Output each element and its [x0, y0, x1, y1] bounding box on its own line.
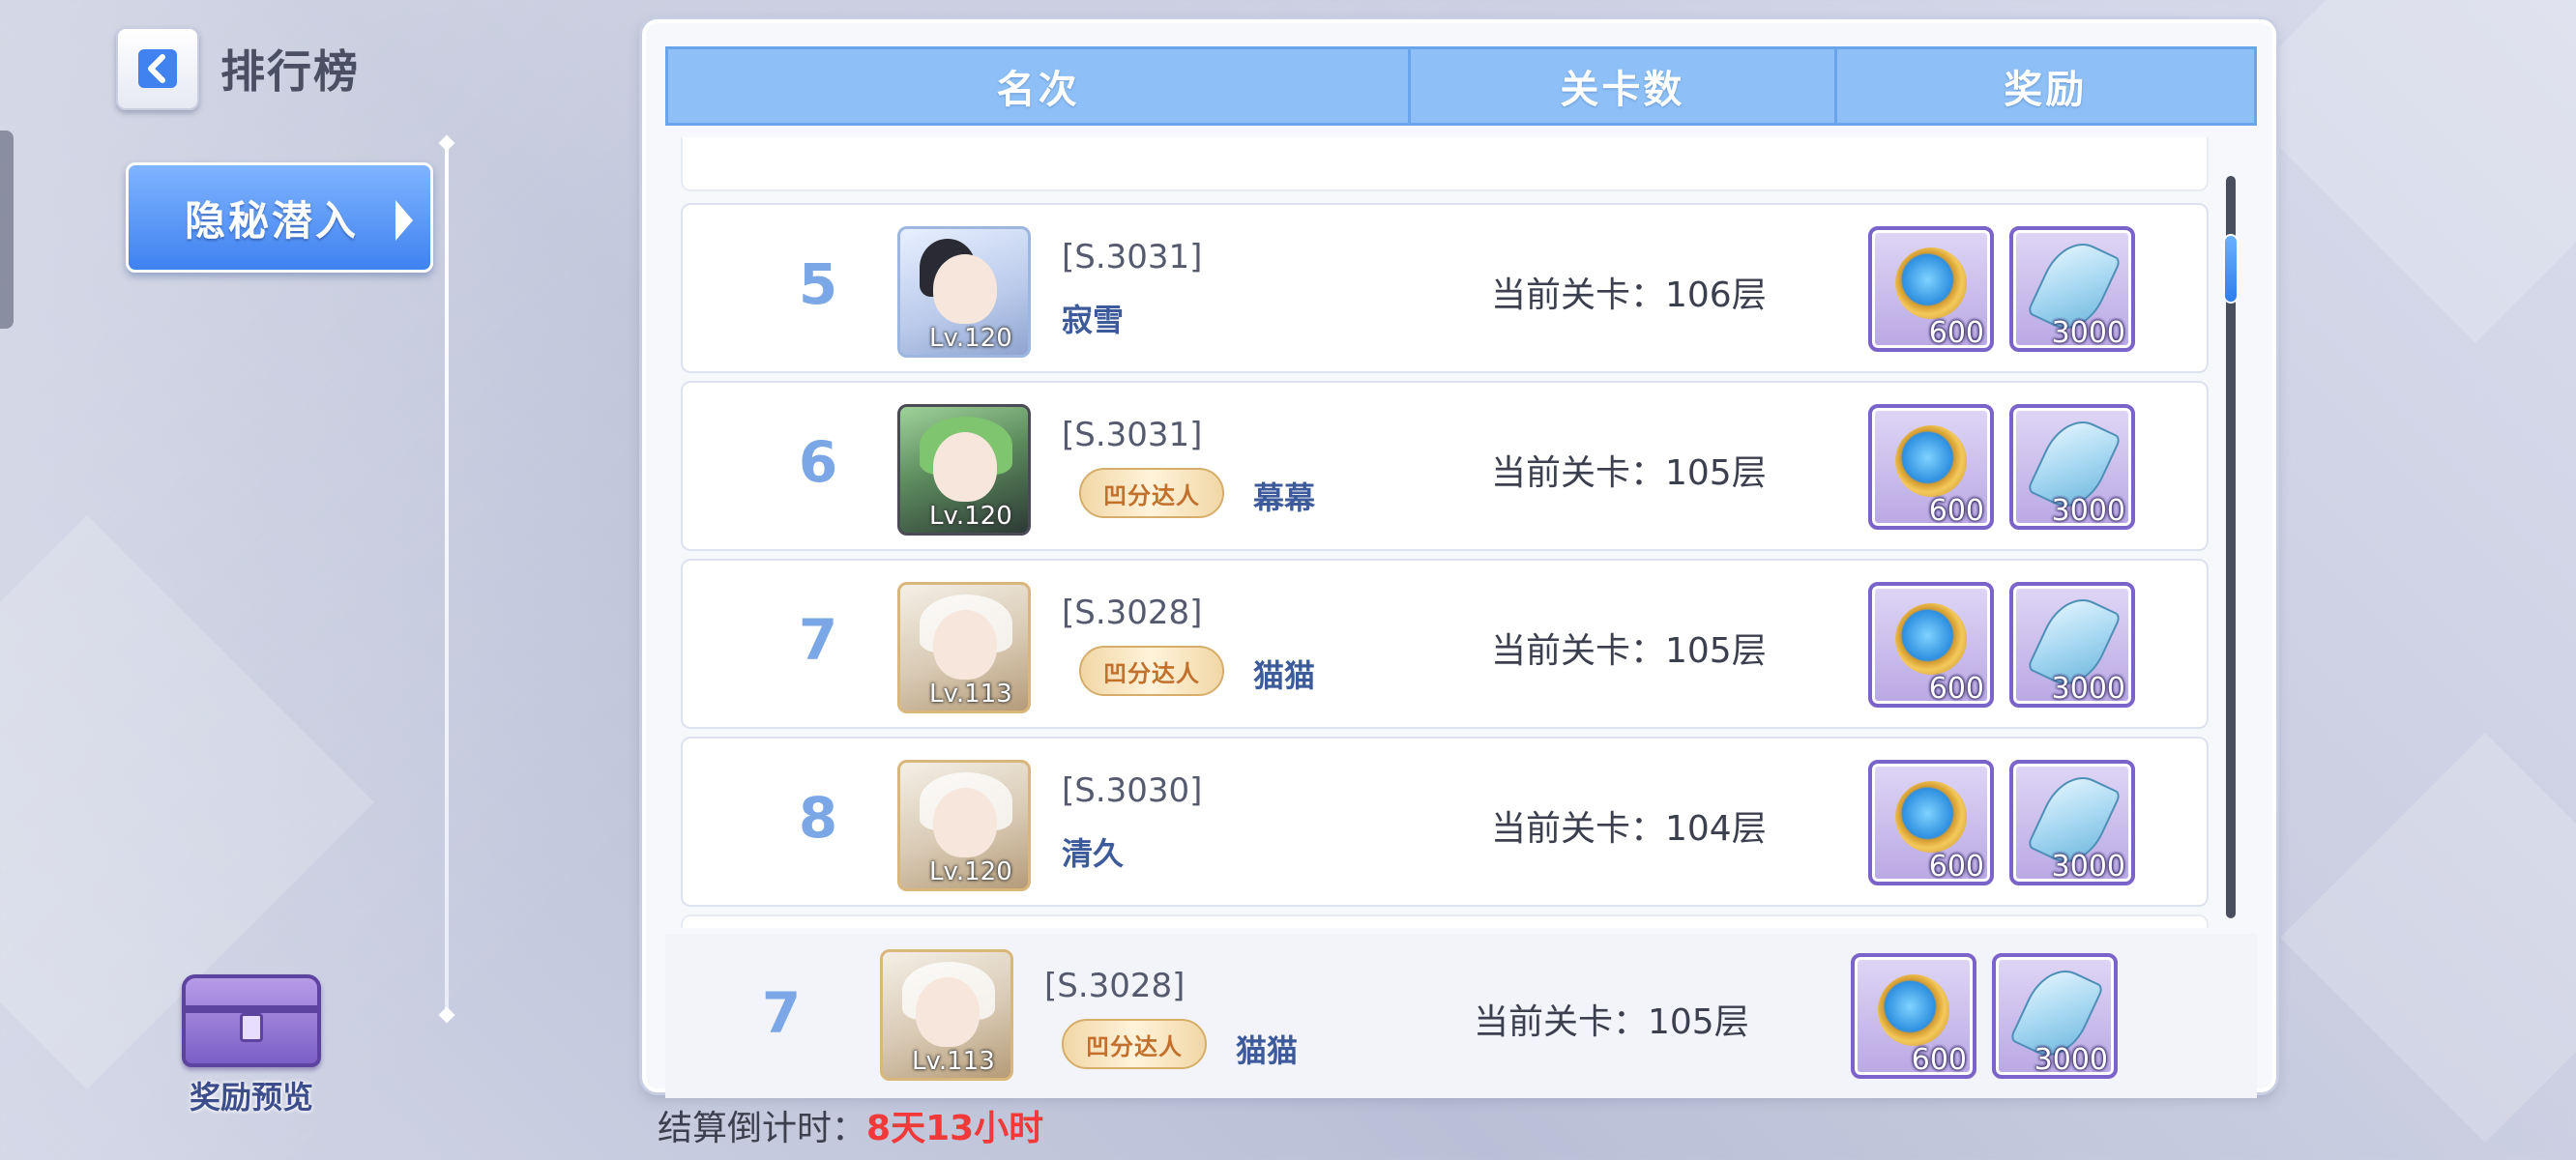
- back-button[interactable]: [116, 27, 199, 110]
- reward-item[interactable]: 600: [1868, 404, 1994, 530]
- chevron-left-icon: [138, 49, 177, 88]
- chest-lock-icon: [240, 1013, 263, 1042]
- player-level: Lv.120: [929, 324, 1012, 353]
- table-row[interactable]: 8 Lv.120 [S.3030] 清久 当前关卡：104层 600 3000: [681, 737, 2209, 907]
- rank-number: 7: [798, 607, 838, 673]
- avatar-face: [916, 977, 980, 1047]
- scrollbar-thumb[interactable]: [2223, 234, 2239, 304]
- server-tag: [S.3030]: [1062, 771, 1203, 810]
- server-tag: [S.3028]: [1044, 967, 1186, 1005]
- reward-item[interactable]: 600: [1868, 226, 1994, 352]
- column-header-rank: 名次: [996, 68, 1080, 112]
- background-shape: [2229, 0, 2576, 343]
- title-badge: 凹分达人: [1062, 1019, 1207, 1069]
- column-header-stage: 关卡数: [1408, 49, 1833, 123]
- compass-coin-icon: [1895, 781, 1967, 853]
- table-row: [681, 137, 2209, 191]
- player-level: Lv.120: [929, 502, 1012, 531]
- rank-number: 8: [798, 785, 838, 851]
- mode-tab-covert-infiltration[interactable]: 隐秘潜入: [126, 162, 433, 273]
- compass-coin-icon: [1878, 974, 1949, 1046]
- reward-count: 600: [1928, 494, 1984, 528]
- reward-count: 600: [1911, 1043, 1967, 1077]
- rank-number: 5: [798, 251, 838, 317]
- reward-item[interactable]: 3000: [2009, 404, 2135, 530]
- rank-number: 6: [798, 429, 838, 495]
- reward-item[interactable]: 3000: [1992, 953, 2118, 1079]
- side-divider: [445, 143, 449, 1015]
- table-row[interactable]: 7 Lv.113 [S.3028] 凹分达人 猫猫 当前关卡：105层 600 …: [681, 559, 2209, 729]
- background-shape: [2279, 732, 2576, 1144]
- player-name: 猫猫: [1253, 657, 1316, 694]
- player-level: Lv.113: [929, 680, 1012, 709]
- server-tag: [S.3031]: [1062, 238, 1203, 276]
- reward-count: 600: [1928, 672, 1984, 706]
- table-row: [681, 914, 2209, 928]
- triangle-right-icon: [395, 200, 413, 241]
- reward-preview-button[interactable]: 奖励预览: [174, 974, 329, 1117]
- avatar-face: [933, 610, 997, 680]
- server-tag: [S.3031]: [1062, 416, 1203, 454]
- player-avatar[interactable]: Lv.120: [897, 404, 1031, 536]
- table-row[interactable]: 5 Lv.120 [S.3031] 寂雪 当前关卡：106层 600 3000: [681, 203, 2209, 373]
- compass-coin-icon: [1895, 603, 1967, 675]
- reward-item[interactable]: 600: [1868, 760, 1994, 885]
- reward-count: 600: [1928, 316, 1984, 350]
- reward-count: 3000: [2051, 316, 2125, 350]
- reward-count: 600: [1928, 850, 1984, 884]
- player-level: Lv.113: [912, 1047, 995, 1076]
- compass-coin-icon: [1895, 247, 1967, 319]
- reward-count: 3000: [2051, 672, 2125, 706]
- current-stage: 当前关卡：104层: [1491, 809, 1767, 849]
- player-name: 寂雪: [1062, 302, 1125, 338]
- reward-preview-label: 奖励预览: [189, 1079, 313, 1116]
- title-badge: 凹分达人: [1079, 646, 1224, 696]
- avatar-face: [933, 788, 997, 857]
- current-stage: 当前关卡：105层: [1491, 453, 1767, 493]
- avatar-face: [933, 432, 997, 502]
- rank-number: 7: [761, 980, 802, 1046]
- current-stage: 当前关卡：105层: [1491, 631, 1767, 671]
- title-badge: 凹分达人: [1079, 468, 1224, 518]
- page-title: 排行榜: [220, 45, 360, 98]
- reward-item[interactable]: 3000: [2009, 760, 2135, 885]
- reward-item[interactable]: 3000: [2009, 226, 2135, 352]
- countdown-label: 结算倒计时：: [658, 1109, 867, 1148]
- compass-coin-icon: [1895, 425, 1967, 497]
- mode-tab-label: 隐秘潜入: [185, 196, 360, 245]
- column-header-reward: 奖励: [1833, 49, 2254, 123]
- player-avatar[interactable]: Lv.120: [897, 226, 1031, 358]
- player-avatar[interactable]: Lv.113: [897, 582, 1031, 713]
- reward-count: 3000: [2051, 494, 2125, 528]
- reward-count: 3000: [2051, 850, 2125, 884]
- reward-count: 3000: [2034, 1043, 2108, 1077]
- my-rank-row: 7 Lv.113 [S.3028] 凹分达人 猫猫 当前关卡：105层 600 …: [665, 934, 2257, 1098]
- table-row[interactable]: 6 Lv.120 [S.3031] 凹分达人 幕幕 当前关卡：105层 600 …: [681, 381, 2209, 551]
- table-header: 名次 关卡数 奖励: [665, 46, 2257, 126]
- reward-item[interactable]: 600: [1868, 582, 1994, 708]
- settlement-countdown: 结算倒计时：8天13小时: [658, 1100, 1043, 1150]
- player-avatar[interactable]: Lv.113: [880, 949, 1013, 1081]
- player-name: 清久: [1062, 835, 1125, 872]
- server-tag: [S.3028]: [1062, 594, 1203, 632]
- current-stage: 当前关卡：106层: [1491, 276, 1767, 315]
- side-drawer-handle[interactable]: [0, 130, 14, 329]
- countdown-value: 8天13小时: [866, 1109, 1044, 1148]
- avatar-face: [933, 254, 997, 324]
- player-avatar[interactable]: Lv.120: [897, 760, 1031, 891]
- ranking-panel: 名次 关卡数 奖励 5 Lv.120 [S.3031] 寂雪 当前关卡：106层…: [642, 19, 2276, 1098]
- reward-item[interactable]: 600: [1851, 953, 1976, 1079]
- reward-item[interactable]: 3000: [2009, 582, 2135, 708]
- player-name: 猫猫: [1236, 1032, 1299, 1069]
- player-name: 幕幕: [1253, 479, 1316, 516]
- treasure-chest-icon: [182, 974, 321, 1067]
- ranking-list[interactable]: 5 Lv.120 [S.3031] 寂雪 当前关卡：106层 600 3000 …: [665, 137, 2257, 928]
- current-stage: 当前关卡：105层: [1474, 1002, 1749, 1042]
- player-level: Lv.120: [929, 857, 1012, 886]
